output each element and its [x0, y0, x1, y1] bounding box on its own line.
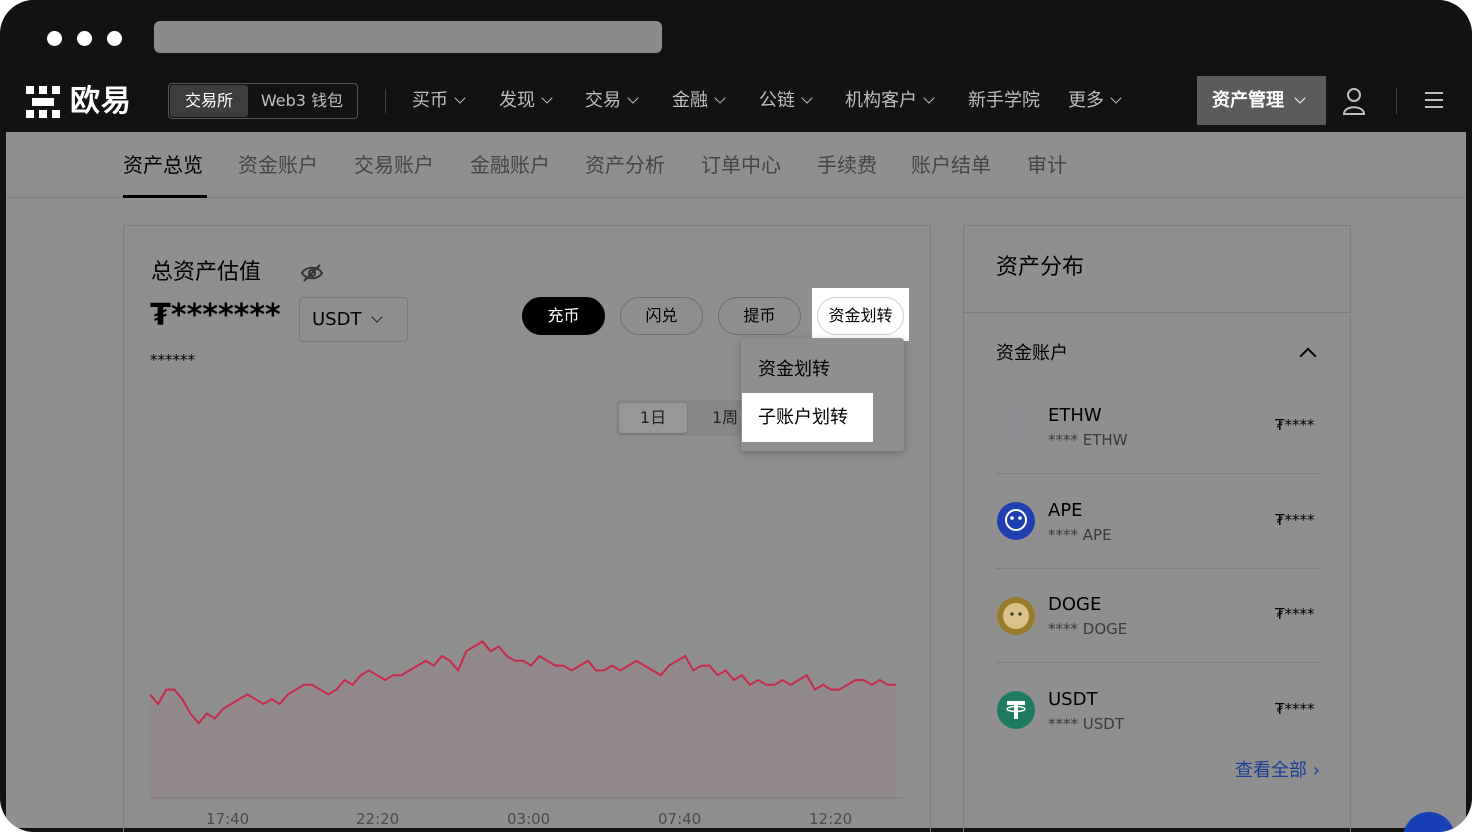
chevron-down-icon: [627, 92, 639, 104]
coin-value: ₮****: [1275, 700, 1315, 718]
subnav-funding-account[interactable]: 资金账户: [238, 151, 318, 179]
chevron-down-icon: [1110, 92, 1122, 104]
subnav-order-center[interactable]: 订单中心: [701, 151, 781, 179]
window-minimize-dot[interactable]: [77, 31, 92, 46]
x-tick-label: 03:00: [507, 810, 551, 828]
chevron-down-icon: [801, 92, 813, 104]
distribution-title: 资产分布: [996, 255, 1085, 280]
window-close-dot[interactable]: [47, 31, 62, 46]
total-value-secondary: ******: [150, 351, 195, 369]
transfer-button[interactable]: 资金划转: [817, 297, 904, 335]
nav-item-more[interactable]: 更多: [1068, 88, 1122, 114]
coin-name: DOGE: [1048, 594, 1102, 615]
okx-logo-icon[interactable]: [26, 86, 60, 118]
series-area: [150, 641, 896, 800]
ethw-icon: [1005, 408, 1027, 444]
currency-select[interactable]: USDT: [299, 297, 408, 342]
overview-title: 总资产估值: [151, 260, 262, 285]
brand-name[interactable]: 欧易: [70, 84, 132, 120]
nav-divider: [1396, 88, 1397, 114]
divider: [964, 312, 1350, 313]
menu-item-subaccount-transfer[interactable]: 子账户划转: [758, 405, 848, 431]
subnav-asset-analysis[interactable]: 资产分析: [585, 151, 665, 179]
asset-line-chart: [150, 640, 896, 800]
window-zoom-dot[interactable]: [107, 31, 122, 46]
hamburger-menu-icon[interactable]: [1425, 92, 1443, 108]
subnav-finance-account[interactable]: 金融账户: [470, 151, 550, 179]
menu-item-fund-transfer[interactable]: 资金划转: [758, 357, 830, 383]
nav-item-chain[interactable]: 公链: [759, 88, 813, 114]
subnav-statements[interactable]: 账户结单: [911, 151, 991, 179]
coin-name: USDT: [1048, 689, 1098, 710]
x-tick-label: 22:20: [356, 810, 400, 828]
tab-web3-wallet[interactable]: Web3 钱包: [248, 85, 356, 117]
coin-name: ETHW: [1048, 405, 1102, 426]
eye-hidden-icon[interactable]: [300, 263, 324, 283]
view-all-link[interactable]: 查看全部 ›: [1235, 758, 1320, 784]
x-axis: [150, 797, 904, 798]
chevron-down-icon: [371, 311, 384, 323]
chevron-down-icon: [541, 92, 553, 104]
tab-exchange[interactable]: 交易所: [170, 85, 248, 117]
nav-item-institutional[interactable]: 机构客户: [845, 88, 935, 114]
coin-amount: **** APE: [1048, 526, 1112, 544]
coin-value: ₮****: [1275, 605, 1315, 623]
doge-icon: [997, 597, 1035, 635]
range-1d[interactable]: 1日: [619, 403, 687, 433]
browser-window: 欧易 交易所 Web3 钱包 买币 发现 交易 金融 公链 机构客户 新手学院 …: [0, 0, 1472, 832]
x-tick-label: 07:40: [658, 810, 702, 828]
convert-button[interactable]: 闪兑: [620, 297, 703, 335]
usdt-icon: [997, 691, 1035, 729]
subnav-trading-account[interactable]: 交易账户: [354, 151, 434, 179]
x-tick-label: 17:40: [206, 810, 250, 828]
deposit-button[interactable]: 充币: [522, 297, 605, 335]
chevron-down-icon: [454, 92, 466, 104]
coin-name: APE: [1048, 500, 1083, 521]
ape-icon: [997, 502, 1035, 540]
subnav-fees[interactable]: 手续费: [817, 151, 877, 179]
coin-amount: **** DOGE: [1048, 620, 1128, 638]
withdraw-button[interactable]: 提币: [718, 297, 801, 335]
asset-management-button[interactable]: 资产管理: [1197, 76, 1326, 125]
chevron-down-icon: [923, 92, 935, 104]
nav-item-finance[interactable]: 金融: [672, 88, 726, 114]
user-icon[interactable]: [1342, 87, 1366, 115]
address-bar[interactable]: [154, 21, 662, 53]
active-tab-indicator: [123, 195, 207, 198]
divider: [996, 473, 1319, 474]
coin-amount: **** ETHW: [1048, 431, 1128, 449]
coin-amount: **** USDT: [1048, 715, 1124, 733]
funding-section-title[interactable]: 资金账户: [996, 341, 1068, 367]
nav-item-buy-crypto[interactable]: 买币: [412, 88, 466, 114]
x-tick-label: 12:20: [809, 810, 853, 828]
chevron-down-icon: [1294, 92, 1306, 104]
divider: [996, 662, 1319, 663]
subnav-asset-overview[interactable]: 资产总览: [123, 151, 203, 179]
nav-item-academy[interactable]: 新手学院: [968, 88, 1040, 114]
total-value: ₮*******: [150, 298, 281, 333]
nav-item-discover[interactable]: 发现: [499, 88, 553, 114]
coin-value: ₮****: [1275, 511, 1315, 529]
subnav-audit[interactable]: 审计: [1027, 151, 1067, 179]
nav-item-trade[interactable]: 交易: [585, 88, 639, 114]
coin-value: ₮****: [1275, 416, 1315, 434]
nav-divider: [385, 89, 386, 113]
divider: [996, 568, 1319, 569]
chevron-down-icon: [714, 92, 726, 104]
